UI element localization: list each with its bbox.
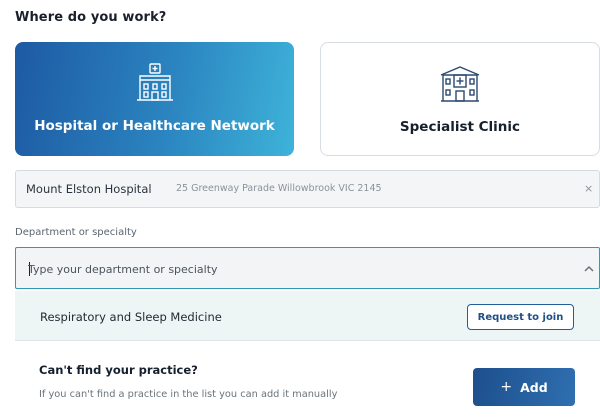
hospital-building-icon: [136, 63, 173, 101]
cant-find-section: Can't find your practice? If you can't f…: [15, 341, 600, 420]
cant-find-title: Can't find your practice?: [39, 363, 198, 377]
department-input-box[interactable]: [15, 247, 600, 289]
request-to-join-button[interactable]: Request to join: [467, 304, 574, 330]
add-button-label: Add: [520, 379, 548, 395]
clinic-option-card[interactable]: Specialist Clinic: [320, 42, 600, 156]
cant-find-description: If you can't find a practice in the list…: [39, 389, 338, 400]
hospital-option-card[interactable]: Hospital or Healthcare Network: [15, 42, 294, 156]
department-option-label: Respiratory and Sleep Medicine: [40, 310, 222, 324]
add-practice-button[interactable]: + Add: [473, 368, 575, 406]
plus-icon: +: [500, 379, 513, 395]
chevron-up-icon[interactable]: [582, 262, 596, 276]
clinic-option-label: Specialist Clinic: [399, 119, 521, 135]
hospital-option-label: Hospital or Healthcare Network: [34, 118, 275, 134]
selected-hospital-name: Mount Elston Hospital: [26, 182, 152, 196]
hospital-select[interactable]: Mount Elston Hospital 25 Greenway Parade…: [15, 170, 600, 208]
department-field-label: Department or specialty: [15, 227, 137, 238]
clinic-building-icon: [440, 66, 480, 102]
clear-icon[interactable]: ×: [584, 182, 593, 195]
department-input[interactable]: [26, 258, 550, 280]
department-option[interactable]: Respiratory and Sleep Medicine Request t…: [15, 291, 600, 341]
selected-hospital-address: 25 Greenway Parade Willowbrook VIC 2145: [176, 183, 382, 194]
page-heading: Where do you work?: [15, 10, 167, 25]
